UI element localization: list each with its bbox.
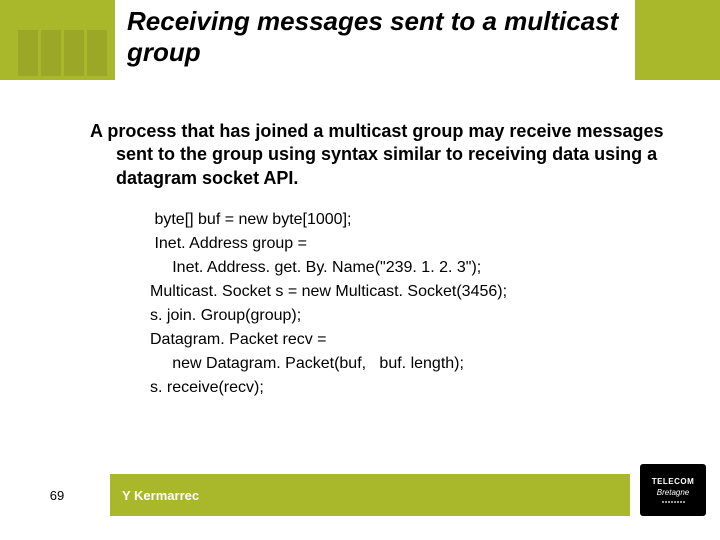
title-container: Receiving messages sent to a multicast g…: [115, 0, 635, 80]
footer-bar: Y Kermarrec: [110, 474, 630, 516]
logo-bars-icon: [662, 501, 685, 503]
code-line: byte[] buf = new byte[1000];: [150, 208, 670, 232]
footer-author: Y Kermarrec: [122, 488, 199, 503]
footer: 69 Y Kermarrec TELECOM Bretagne: [0, 474, 720, 516]
code-block: byte[] buf = new byte[1000]; Inet. Addre…: [90, 208, 670, 400]
code-line: new Datagram. Packet(buf, buf. length);: [150, 352, 670, 376]
code-line: Multicast. Socket s = new Multicast. Soc…: [150, 280, 670, 304]
code-line: Datagram. Packet recv =: [150, 328, 670, 352]
logo-text-top: TELECOM: [652, 477, 695, 486]
slide-number: 69: [50, 488, 64, 503]
logo-text-bottom: Bretagne: [657, 488, 689, 497]
code-line: Inet. Address. get. By. Name("239. 1. 2.…: [150, 256, 670, 280]
body-paragraph: A process that has joined a multicast gr…: [90, 120, 670, 190]
telecom-bretagne-logo: TELECOM Bretagne: [640, 464, 706, 516]
code-line: Inet. Address group =: [150, 232, 670, 256]
header-band: Receiving messages sent to a multicast g…: [0, 0, 720, 80]
code-line: s. receive(recv);: [150, 376, 670, 400]
slide-title: Receiving messages sent to a multicast g…: [127, 6, 623, 68]
slide-number-box: 69: [12, 474, 102, 516]
slide-body: A process that has joined a multicast gr…: [90, 120, 670, 400]
code-line: s. join. Group(group);: [150, 304, 670, 328]
header-decoration: [18, 30, 108, 76]
